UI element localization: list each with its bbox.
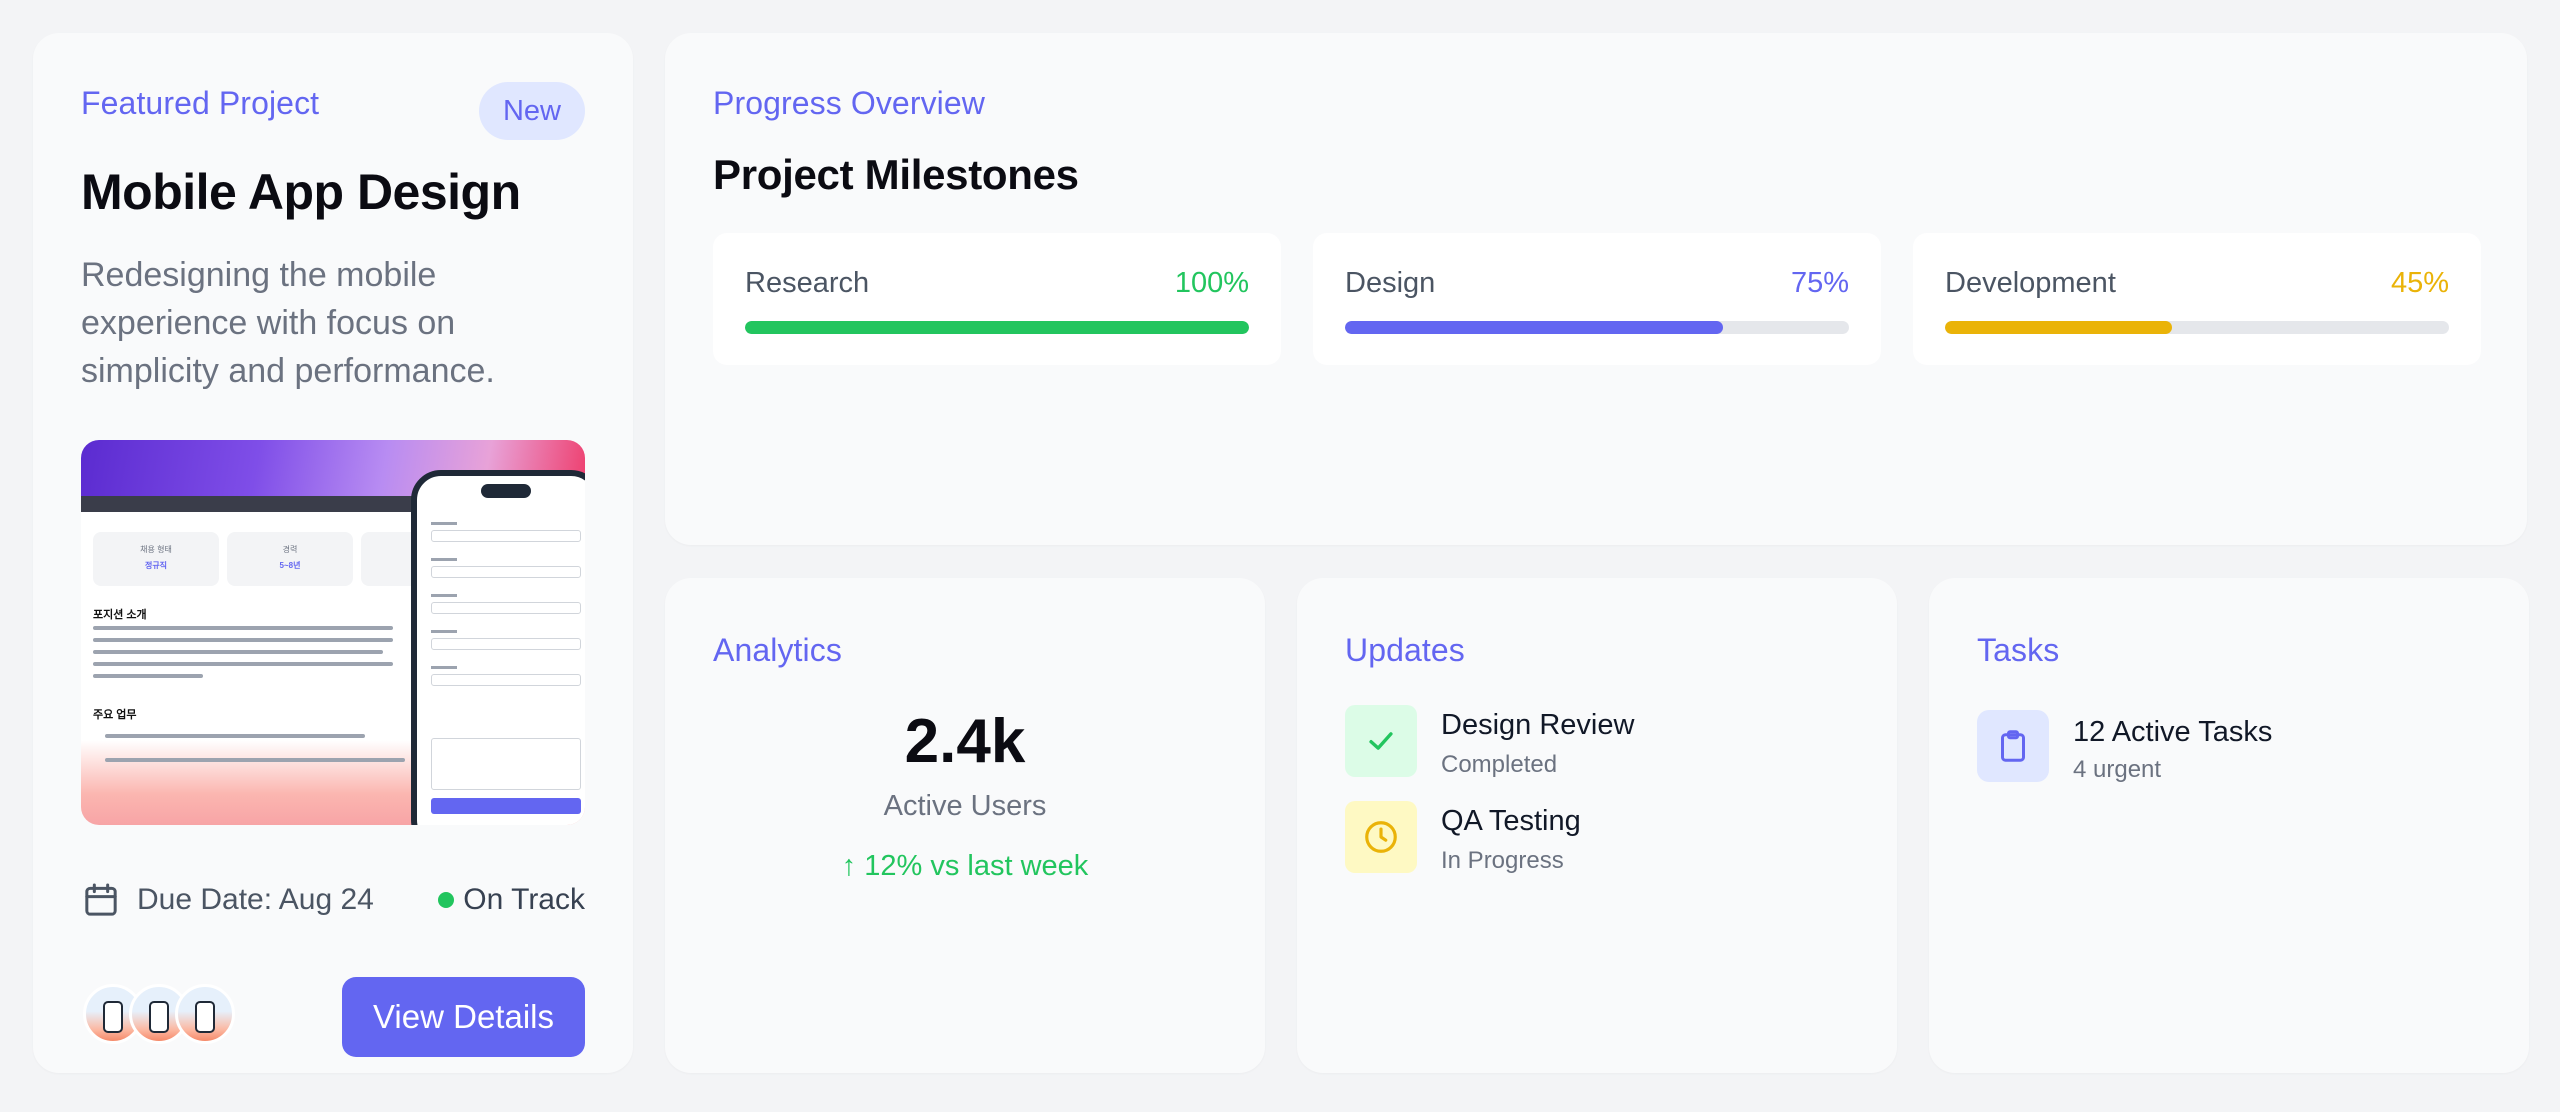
phone-field-label	[431, 558, 457, 561]
progress-track	[1945, 321, 2449, 334]
due-date: Due Date: Aug 24	[81, 875, 374, 925]
preview-text-line	[93, 626, 393, 630]
due-date-label: Due Date: Aug 24	[137, 883, 374, 916]
update-status: Completed	[1441, 751, 1558, 778]
milestone-percent: 45%	[2390, 267, 2449, 299]
new-badge: New	[479, 82, 585, 140]
update-title: QA Testing	[1441, 805, 1581, 837]
phone-cta	[431, 798, 581, 814]
clipboard-icon	[2001, 730, 2025, 762]
featured-project-card: Featured Project New Mobile App Design R…	[33, 33, 633, 1073]
clock-icon	[1365, 821, 1397, 853]
progress-overview-card: Progress Overview Project Milestones Res…	[665, 33, 2527, 545]
active-tasks-title[interactable]: 12 Active Tasks	[2073, 716, 2272, 749]
urgent-tasks-count: 4 urgent	[2073, 756, 2162, 783]
preview-text-line	[93, 674, 203, 678]
update-icon-box	[1345, 801, 1417, 873]
analytics-card: Analytics 2.4k Active Users ↑ 12% vs las…	[665, 578, 1265, 1073]
status-dot	[438, 892, 455, 908]
milestone-research: Research 100%	[713, 233, 1281, 365]
milestone-percent: 100%	[1174, 267, 1249, 299]
milestones-title: Project Milestones	[713, 151, 1079, 198]
update-item[interactable]: Design Review Completed	[1345, 705, 1845, 778]
milestone-percent: 75%	[1790, 267, 1849, 299]
project-title: Mobile App Design	[81, 164, 521, 220]
milestone-name: Research	[745, 267, 870, 299]
phone-field-label	[431, 666, 457, 669]
preview-heading: 포지션 소개	[93, 609, 147, 621]
update-icon-box	[1345, 705, 1417, 777]
phone-field-label	[431, 522, 457, 525]
project-preview-image: 채용 형태 정규직 경력 5~8년 원 포지션 소개 주요 업무	[81, 440, 585, 825]
milestone-design: Design 75%	[1313, 233, 1881, 365]
active-users-label: Active Users	[883, 790, 1047, 822]
updates-eyebrow: Updates	[1345, 632, 1465, 668]
check-icon	[1369, 732, 1393, 750]
phone-notch	[481, 484, 531, 498]
phone-field	[431, 566, 581, 578]
phone-field	[431, 530, 581, 542]
trend-indicator: ↑ 12% vs last week	[841, 850, 1089, 882]
preview-text-line	[105, 734, 365, 738]
progress-track	[745, 321, 1249, 334]
preview-text-line	[93, 662, 393, 666]
preview-text-line	[105, 758, 405, 762]
phone-field	[431, 602, 581, 614]
preview-stat-value: 5~8년	[279, 561, 301, 570]
status-indicator: On Track	[438, 875, 585, 925]
preview-browser-bar	[81, 496, 421, 512]
preview-text-line	[93, 650, 383, 654]
calendar-icon	[85, 883, 117, 916]
update-status: In Progress	[1441, 847, 1564, 874]
task-icon-box	[1977, 710, 2049, 782]
analytics-eyebrow: Analytics	[713, 632, 842, 668]
view-details-button[interactable]: View Details	[342, 977, 585, 1057]
progress-track	[1345, 321, 1849, 334]
phone-field-label	[431, 594, 457, 597]
avatar[interactable]	[175, 984, 235, 1044]
phone-field-label	[431, 630, 457, 633]
update-title: Design Review	[1441, 709, 1635, 741]
preview-stat-card: 경력 5~8년	[227, 532, 353, 586]
preview-stat-value: 정규직	[144, 561, 168, 570]
preview-stat-card: 채용 형태 정규직	[93, 532, 219, 586]
preview-stat-label: 경력	[282, 545, 298, 554]
tasks-eyebrow: Tasks	[1977, 632, 2060, 668]
preview-heading: 주요 업무	[93, 709, 137, 721]
phone-textarea	[431, 738, 581, 790]
update-item[interactable]: QA Testing In Progress	[1345, 801, 1845, 874]
phone-field	[431, 674, 581, 686]
updates-card: Updates Design Review Completed QA Testi…	[1297, 578, 1897, 1073]
milestone-name: Design	[1345, 267, 1436, 299]
progress-fill	[1345, 321, 1723, 334]
status-text: On Track	[463, 883, 585, 916]
milestone-name: Development	[1945, 267, 2116, 299]
project-description: Redesigning the mobile experience with f…	[81, 256, 495, 390]
active-users-value: 2.4k	[904, 707, 1026, 776]
tasks-card: Tasks 12 Active Tasks 4 urgent	[1929, 578, 2529, 1073]
progress-fill	[745, 321, 1249, 334]
preview-text-line	[93, 638, 393, 642]
team-avatars	[83, 984, 243, 1048]
preview-phone-mockup	[411, 470, 585, 825]
featured-eyebrow: Featured Project	[81, 85, 320, 121]
preview-stat-label: 채용 형태	[140, 545, 172, 554]
milestone-development: Development 45%	[1913, 233, 2481, 365]
phone-field	[431, 638, 581, 650]
progress-eyebrow: Progress Overview	[713, 85, 985, 121]
progress-fill	[1945, 321, 2172, 334]
